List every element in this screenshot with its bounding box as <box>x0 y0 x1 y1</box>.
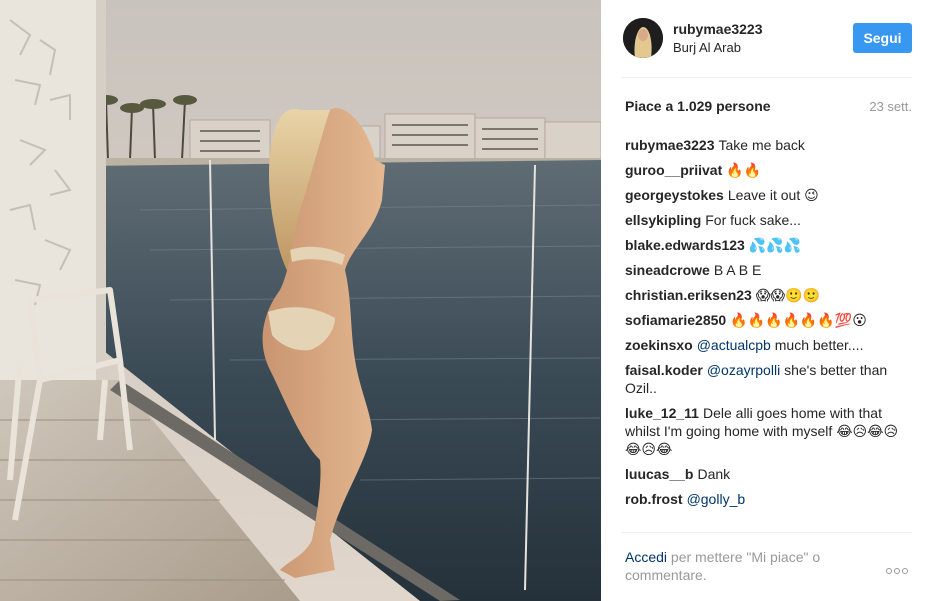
comment: luke_12_11 Dele alli goes home with that … <box>625 404 910 458</box>
comment-username[interactable]: rob.frost <box>625 491 683 507</box>
comment-mention[interactable]: @golly_b <box>687 491 746 507</box>
comment: rubymae3223 Take me back <box>625 136 910 154</box>
post-date[interactable]: 23 sett. <box>869 99 912 114</box>
login-link[interactable]: Accedi <box>625 549 667 565</box>
comment-text: 🔥🔥 <box>726 162 762 178</box>
post-photo <box>0 0 601 601</box>
comment: zoekinsxo @actualcpb much better.... <box>625 336 910 354</box>
post-footer: Accedi per mettere "Mi piace" o commenta… <box>625 548 912 588</box>
photo-icon <box>0 0 601 601</box>
comment-username[interactable]: faisal.koder <box>625 362 703 378</box>
comment-username[interactable]: zoekinsxo <box>625 337 693 353</box>
comment: sofiamarie2850 🔥🔥🔥🔥🔥🔥💯😮 <box>625 311 910 329</box>
comment-mention[interactable]: @ozayrpolli <box>707 362 780 378</box>
avatar-image <box>623 18 663 58</box>
comment-username[interactable]: blake.edwards123 <box>625 237 745 253</box>
follow-button[interactable]: Segui <box>853 23 912 53</box>
comment: luucas__b Dank <box>625 465 910 483</box>
comment-username[interactable]: sineadcrowe <box>625 262 710 278</box>
dot-icon <box>902 568 908 574</box>
comment-text: much better.... <box>774 337 864 353</box>
comment-username[interactable]: christian.eriksen23 <box>625 287 752 303</box>
comments-list: rubymae3223 Take me back guroo__priivat 🔥🔥… <box>625 136 910 515</box>
comment: georgeystokes Leave it out 😉 <box>625 186 910 204</box>
comment: faisal.koder @ozayrpolli she's better tha… <box>625 361 910 397</box>
post-side-panel: rubymae3223 Burj Al Arab Segui Piace a 1… <box>601 0 936 601</box>
comment-username[interactable]: luucas__b <box>625 466 693 482</box>
comment-text: 😱😱🙂🙂 <box>755 287 820 303</box>
comment: blake.edwards123 💦💦💦 <box>625 236 910 254</box>
comment-username[interactable]: georgeystokes <box>625 187 724 203</box>
comment-mention[interactable]: @actualcpb <box>697 337 771 353</box>
comment-text: Dank <box>697 466 731 482</box>
comment-username[interactable]: guroo__priivat <box>625 162 722 178</box>
comment-text: Leave it out 😉 <box>727 187 819 203</box>
username[interactable]: rubymae3223 <box>673 21 763 37</box>
dot-icon <box>894 568 900 574</box>
comment-text: For fuck sake... <box>705 212 801 228</box>
comment-text: Take me back <box>718 137 805 153</box>
likes-count[interactable]: Piace a 1.029 persone <box>625 98 771 114</box>
comment: christian.eriksen23 😱😱🙂🙂 <box>625 286 910 304</box>
comment-text: B A B E <box>713 262 762 278</box>
comment: rob.frost @golly_b <box>625 490 910 508</box>
comment: guroo__priivat 🔥🔥 <box>625 161 910 179</box>
comment: ellsykipling For fuck sake... <box>625 211 910 229</box>
dot-icon <box>886 568 892 574</box>
footer-divider <box>621 532 912 533</box>
post-header: rubymae3223 Burj Al Arab Segui <box>621 18 912 60</box>
more-options-icon[interactable] <box>886 561 912 574</box>
comment-text: 💦💦💦 <box>748 237 802 253</box>
avatar[interactable] <box>623 18 663 58</box>
comment-username[interactable]: sofiamarie2850 <box>625 312 726 328</box>
comment-username[interactable]: rubymae3223 <box>625 137 715 153</box>
location-link[interactable]: Burj Al Arab <box>673 40 741 55</box>
comment-username[interactable]: ellsykipling <box>625 212 701 228</box>
comment-username[interactable]: luke_12_11 <box>625 405 699 421</box>
header-divider <box>621 77 912 78</box>
comment-text: 🔥🔥🔥🔥🔥🔥💯😮 <box>730 312 867 328</box>
likes-row: Piace a 1.029 persone 23 sett. <box>625 98 912 116</box>
login-prompt: Accedi per mettere "Mi piace" o commenta… <box>625 548 855 584</box>
comment: sineadcrowe B A B E <box>625 261 910 279</box>
